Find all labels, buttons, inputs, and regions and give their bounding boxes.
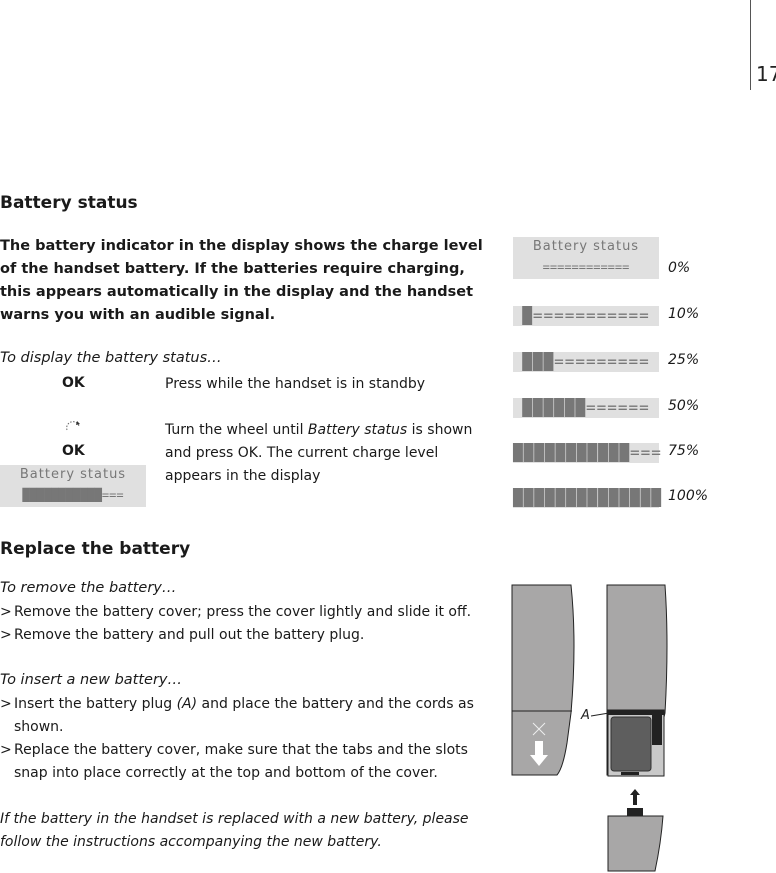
level-label: 25% — [668, 352, 700, 368]
note: If the battery in the handset is replace… — [0, 811, 469, 850]
level-label: 50% — [668, 398, 700, 414]
remove-steps: Remove the battery cover; press the cove… — [0, 601, 490, 647]
step-key-ok: OK — [62, 443, 85, 459]
level-label: 75% — [668, 443, 700, 459]
battery-level-display: ██████====== — [513, 398, 659, 418]
section-heading-battery-status: Battery status — [0, 193, 138, 213]
wheel-icon — [66, 421, 80, 431]
list-item: Replace the battery cover, make sure tha… — [0, 739, 480, 785]
level-label: 10% — [668, 306, 700, 322]
list-item: Insert the battery plug (A) and place th… — [0, 693, 480, 739]
battery-level-display: Battery status ============ — [513, 237, 659, 279]
battery-level-display: ███========= — [513, 352, 659, 372]
list-item: Remove the battery and pull out the batt… — [0, 624, 490, 647]
page-number: 17 — [756, 62, 776, 86]
battery-level-display: ███████████=== — [513, 443, 662, 463]
list-item: Remove the battery cover; press the cove… — [0, 601, 490, 624]
level-label: 0% — [668, 260, 691, 276]
figure-label-a: A — [580, 708, 590, 723]
remove-heading: To remove the battery… — [0, 580, 177, 596]
section-heading-replace-battery: Replace the battery — [0, 539, 191, 559]
battery-level-display: ██████████████ — [513, 488, 662, 508]
step-text: Turn the wheel until Battery status is s… — [165, 422, 473, 484]
insert-heading: To insert a new battery… — [0, 672, 182, 688]
example-display: Battery status ███████████=== — [0, 465, 146, 507]
display-heading: To display the battery status… — [0, 350, 222, 366]
battery-level-display: █=========== — [513, 306, 659, 326]
battery-replacement-illustration: A — [511, 584, 668, 872]
margin-rule — [750, 0, 751, 90]
level-label: 100% — [668, 488, 709, 504]
step-text: Press while the handset is in standby — [165, 376, 426, 392]
intro-paragraph: The battery indicator in the display sho… — [0, 238, 483, 323]
step-key-ok: OK — [62, 375, 85, 391]
insert-steps: Insert the battery plug (A) and place th… — [0, 693, 480, 785]
